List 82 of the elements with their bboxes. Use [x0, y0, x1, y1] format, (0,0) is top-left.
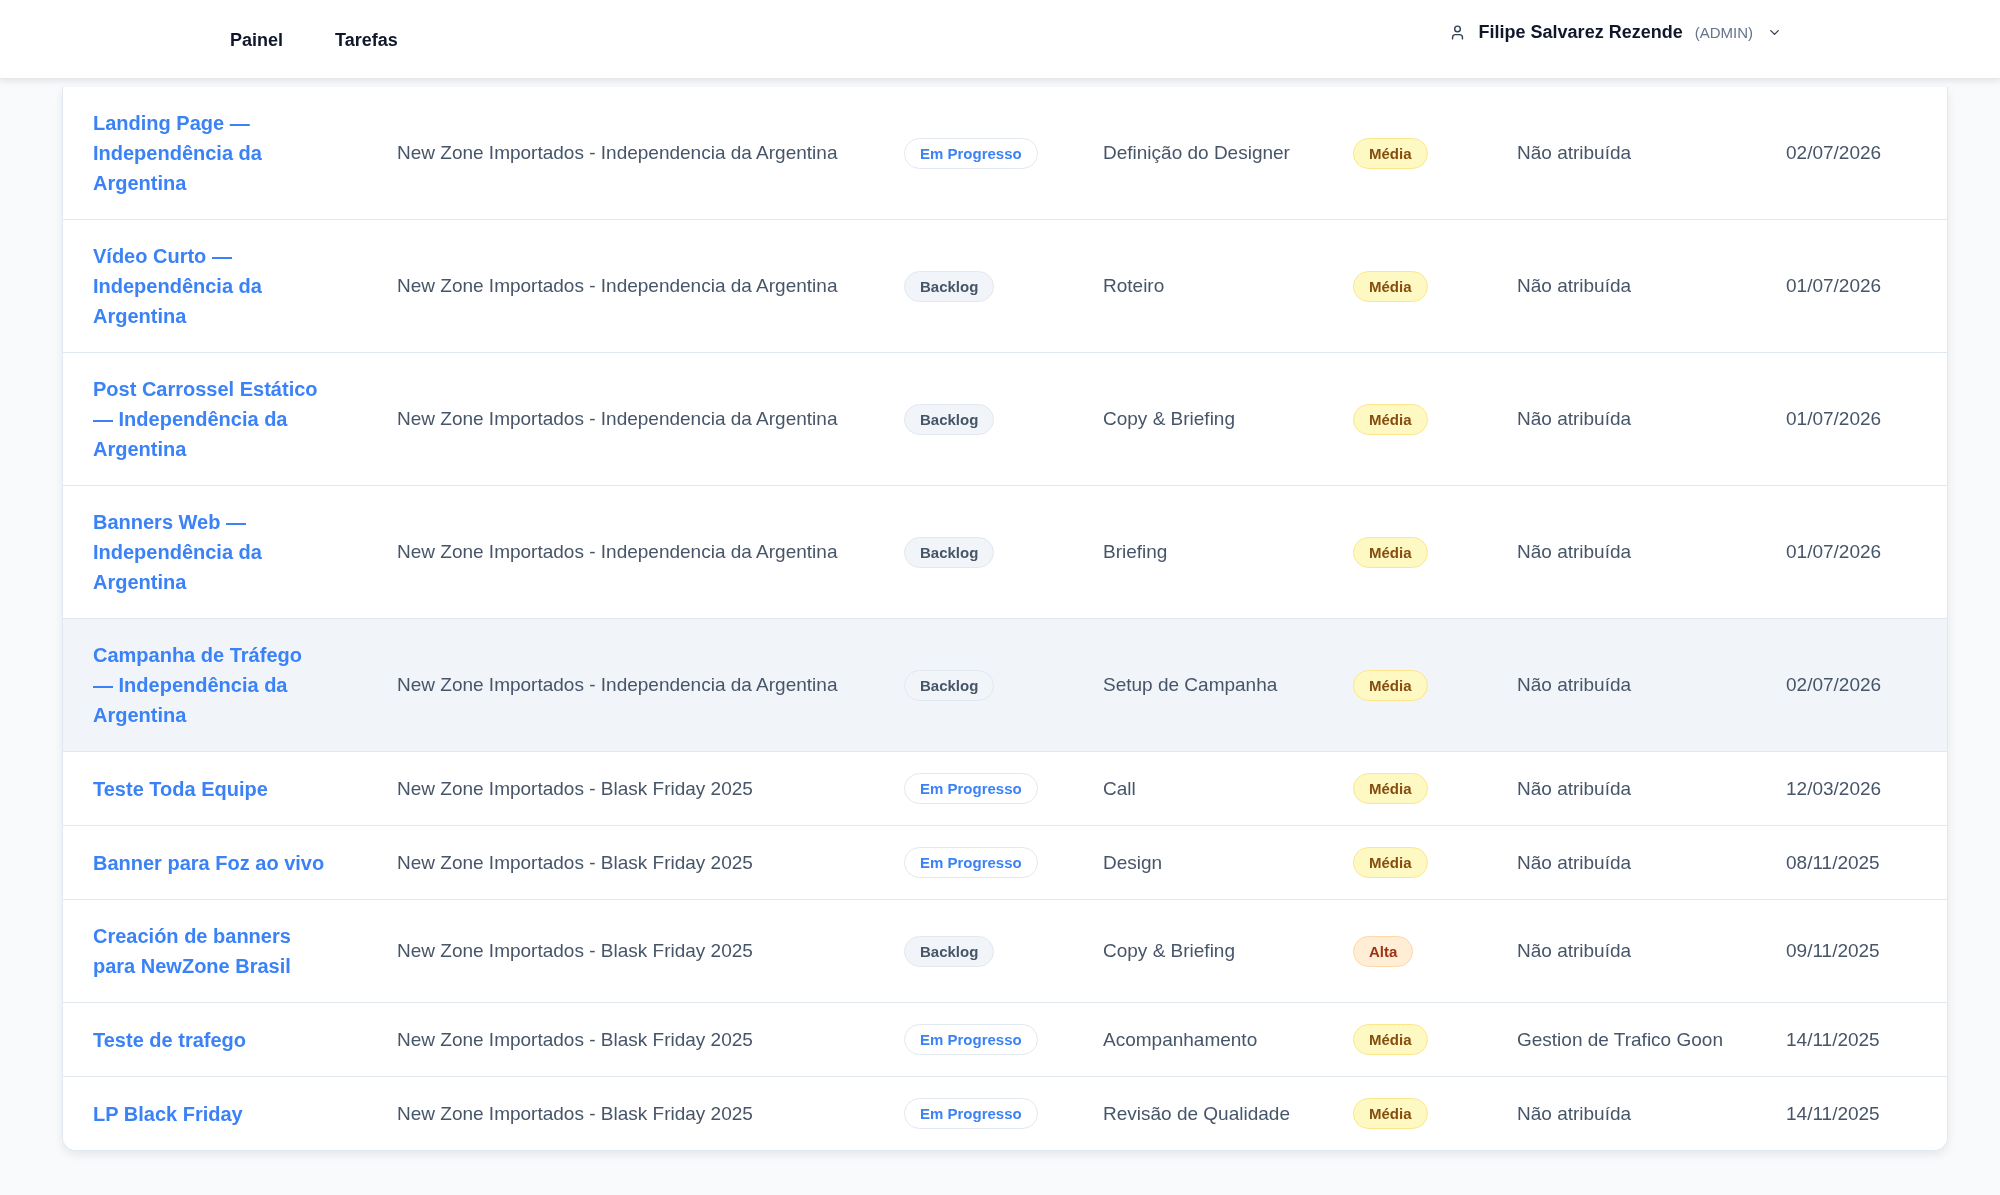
assignee-name: Não atribuída	[1517, 850, 1632, 875]
due-date: 02/07/2026	[1786, 141, 1882, 165]
priority-badge: Média	[1353, 403, 1428, 435]
stage-name: Copy & Briefing	[1103, 939, 1235, 963]
status-badge: Backlog	[904, 935, 995, 967]
table-row[interactable]: Banner para Foz ao vivo New Zone Importados - Blask Friday 2025 Em Progresso Design Média Não atribuída 08/11/2025	[63, 826, 1947, 900]
user-menu-button[interactable]: Filipe Salvarez Rezende (ADMIN)	[1448, 22, 1782, 43]
table-row[interactable]: Landing Page — Independência da Argentina New Zone Importados - Independencia da Argentina Em Progresso Definição do Designer Média Não atribuída 02/07/2026	[63, 87, 1947, 220]
table-row[interactable]: Vídeo Curto — Independência da Argentina New Zone Importados - Independencia da Argentina Backlog Roteiro Média Não atribuída 01/07/2026	[63, 220, 1947, 353]
project-name: New Zone Importados - Independencia da Argentina	[397, 673, 838, 697]
task-title-link[interactable]: Vídeo Curto — Independência da Argentina	[93, 241, 326, 331]
priority-badge: Média	[1353, 1098, 1428, 1129]
priority-badge: Alta	[1353, 935, 1414, 967]
priority-badge: Média	[1353, 847, 1428, 878]
stage-name: Definição do Designer	[1103, 141, 1290, 165]
stage-name: Briefing	[1103, 540, 1168, 564]
status-badge: Em Progresso	[904, 773, 1038, 804]
project-name: New Zone Importados - Independencia da Argentina	[397, 141, 838, 165]
stage-name: Design	[1103, 850, 1163, 875]
project-name: New Zone Importados - Blask Friday 2025	[397, 939, 753, 963]
due-date: 14/11/2025	[1786, 1027, 1880, 1052]
due-date: 01/07/2026	[1786, 407, 1882, 431]
stage-name: Revisão de Qualidade	[1103, 1101, 1290, 1126]
assignee-name: Não atribuída	[1517, 540, 1632, 564]
project-name: New Zone Importados - Independencia da Argentina	[397, 274, 838, 298]
table-row[interactable]: Post Carrossel Estático — Independência da Argentina New Zone Importados - Independencia da Argentina Backlog Copy & Briefing Média Não atribuída 01/07/2026	[63, 353, 1947, 486]
due-date: 09/11/2025	[1786, 939, 1880, 963]
project-name: New Zone Importados - Independencia da Argentina	[397, 407, 838, 431]
due-date: 01/07/2026	[1786, 274, 1882, 298]
project-name: New Zone Importados - Independencia da Argentina	[397, 540, 838, 564]
stage-name: Call	[1103, 776, 1136, 801]
status-badge: Backlog	[904, 270, 995, 302]
project-name: New Zone Importados - Blask Friday 2025	[397, 776, 753, 801]
priority-badge: Média	[1353, 137, 1428, 169]
due-date: 14/11/2025	[1786, 1101, 1880, 1126]
status-badge: Em Progresso	[904, 137, 1038, 169]
priority-badge: Média	[1353, 536, 1428, 568]
table-row[interactable]: Teste de trafego New Zone Importados - Blask Friday 2025 Em Progresso Acompanhamento Média Gestion de Trafico Goon 14/11/2025	[63, 1003, 1947, 1077]
project-name: New Zone Importados - Blask Friday 2025	[397, 850, 753, 875]
assignee-name: Não atribuída	[1517, 1101, 1632, 1126]
priority-badge: Média	[1353, 669, 1428, 701]
due-date: 01/07/2026	[1786, 540, 1882, 564]
assignee-name: Gestion de Trafico Goon	[1517, 1027, 1723, 1052]
stage-name: Setup de Campanha	[1103, 673, 1278, 697]
table-row[interactable]: Teste Toda Equipe New Zone Importados - Blask Friday 2025 Em Progresso Call Média Não atribuída 12/03/2026	[63, 752, 1947, 826]
status-badge: Em Progresso	[904, 1024, 1038, 1055]
stage-name: Copy & Briefing	[1103, 407, 1235, 431]
nav-link[interactable]: Painel	[230, 29, 284, 51]
status-badge: Em Progresso	[904, 1098, 1038, 1129]
due-date: 12/03/2026	[1786, 776, 1882, 801]
table-row[interactable]: LP Black Friday New Zone Importados - Blask Friday 2025 Em Progresso Revisão de Qualidade Média Não atribuída 14/11/2025	[63, 1077, 1947, 1150]
stage-name: Acompanhamento	[1103, 1027, 1258, 1052]
task-title-link[interactable]: Landing Page — Independência da Argentina	[93, 108, 326, 198]
assignee-name: Não atribuída	[1517, 407, 1632, 431]
status-badge: Backlog	[904, 669, 995, 701]
project-name: New Zone Importados - Blask Friday 2025	[397, 1027, 753, 1052]
project-name: New Zone Importados - Blask Friday 2025	[397, 1101, 753, 1126]
status-badge: Em Progresso	[904, 847, 1038, 878]
assignee-name: Não atribuída	[1517, 274, 1632, 298]
status-badge: Backlog	[904, 403, 995, 435]
priority-badge: Média	[1353, 773, 1428, 804]
table-row[interactable]: Creación de banners para NewZone Brasil New Zone Importados - Blask Friday 2025 Backlog Copy & Briefing Alta Não atribuída 09/11/2025	[63, 900, 1947, 1003]
task-title-link[interactable]: Banner para Foz ao vivo	[93, 847, 325, 878]
table-row[interactable]: Campanha de Tráfego — Independência da Argentina New Zone Importados - Independencia da Argentina Backlog Setup de Campanha Média Não atribuída 02/07/2026	[63, 619, 1947, 752]
assignee-name: Não atribuída	[1517, 776, 1632, 801]
assignee-name: Não atribuída	[1517, 141, 1632, 165]
due-date: 08/11/2025	[1786, 850, 1880, 875]
assignee-name: Não atribuída	[1517, 673, 1632, 697]
nav-link[interactable]: Tarefas	[335, 29, 398, 51]
task-title-link[interactable]: Banners Web — Independência da Argentina	[93, 507, 326, 597]
task-title-link[interactable]: Post Carrossel Estático — Independência da Argentina	[93, 374, 326, 464]
status-badge: Backlog	[904, 536, 995, 568]
stage-name: Roteiro	[1103, 274, 1165, 298]
table-row[interactable]: Banners Web — Independência da Argentina New Zone Importados - Independencia da Argentina Backlog Briefing Média Não atribuída 01/07/2026	[63, 486, 1947, 619]
priority-badge: Média	[1353, 1024, 1428, 1055]
task-title-link[interactable]: Teste de trafego	[93, 1024, 246, 1055]
task-title-link[interactable]: Teste Toda Equipe	[93, 773, 268, 804]
assignee-name: Não atribuída	[1517, 939, 1632, 963]
task-title-link[interactable]: LP Black Friday	[93, 1098, 243, 1129]
task-title-link[interactable]: Creación de banners para NewZone Brasil	[93, 921, 326, 981]
priority-badge: Média	[1353, 270, 1428, 302]
due-date: 02/07/2026	[1786, 673, 1882, 697]
